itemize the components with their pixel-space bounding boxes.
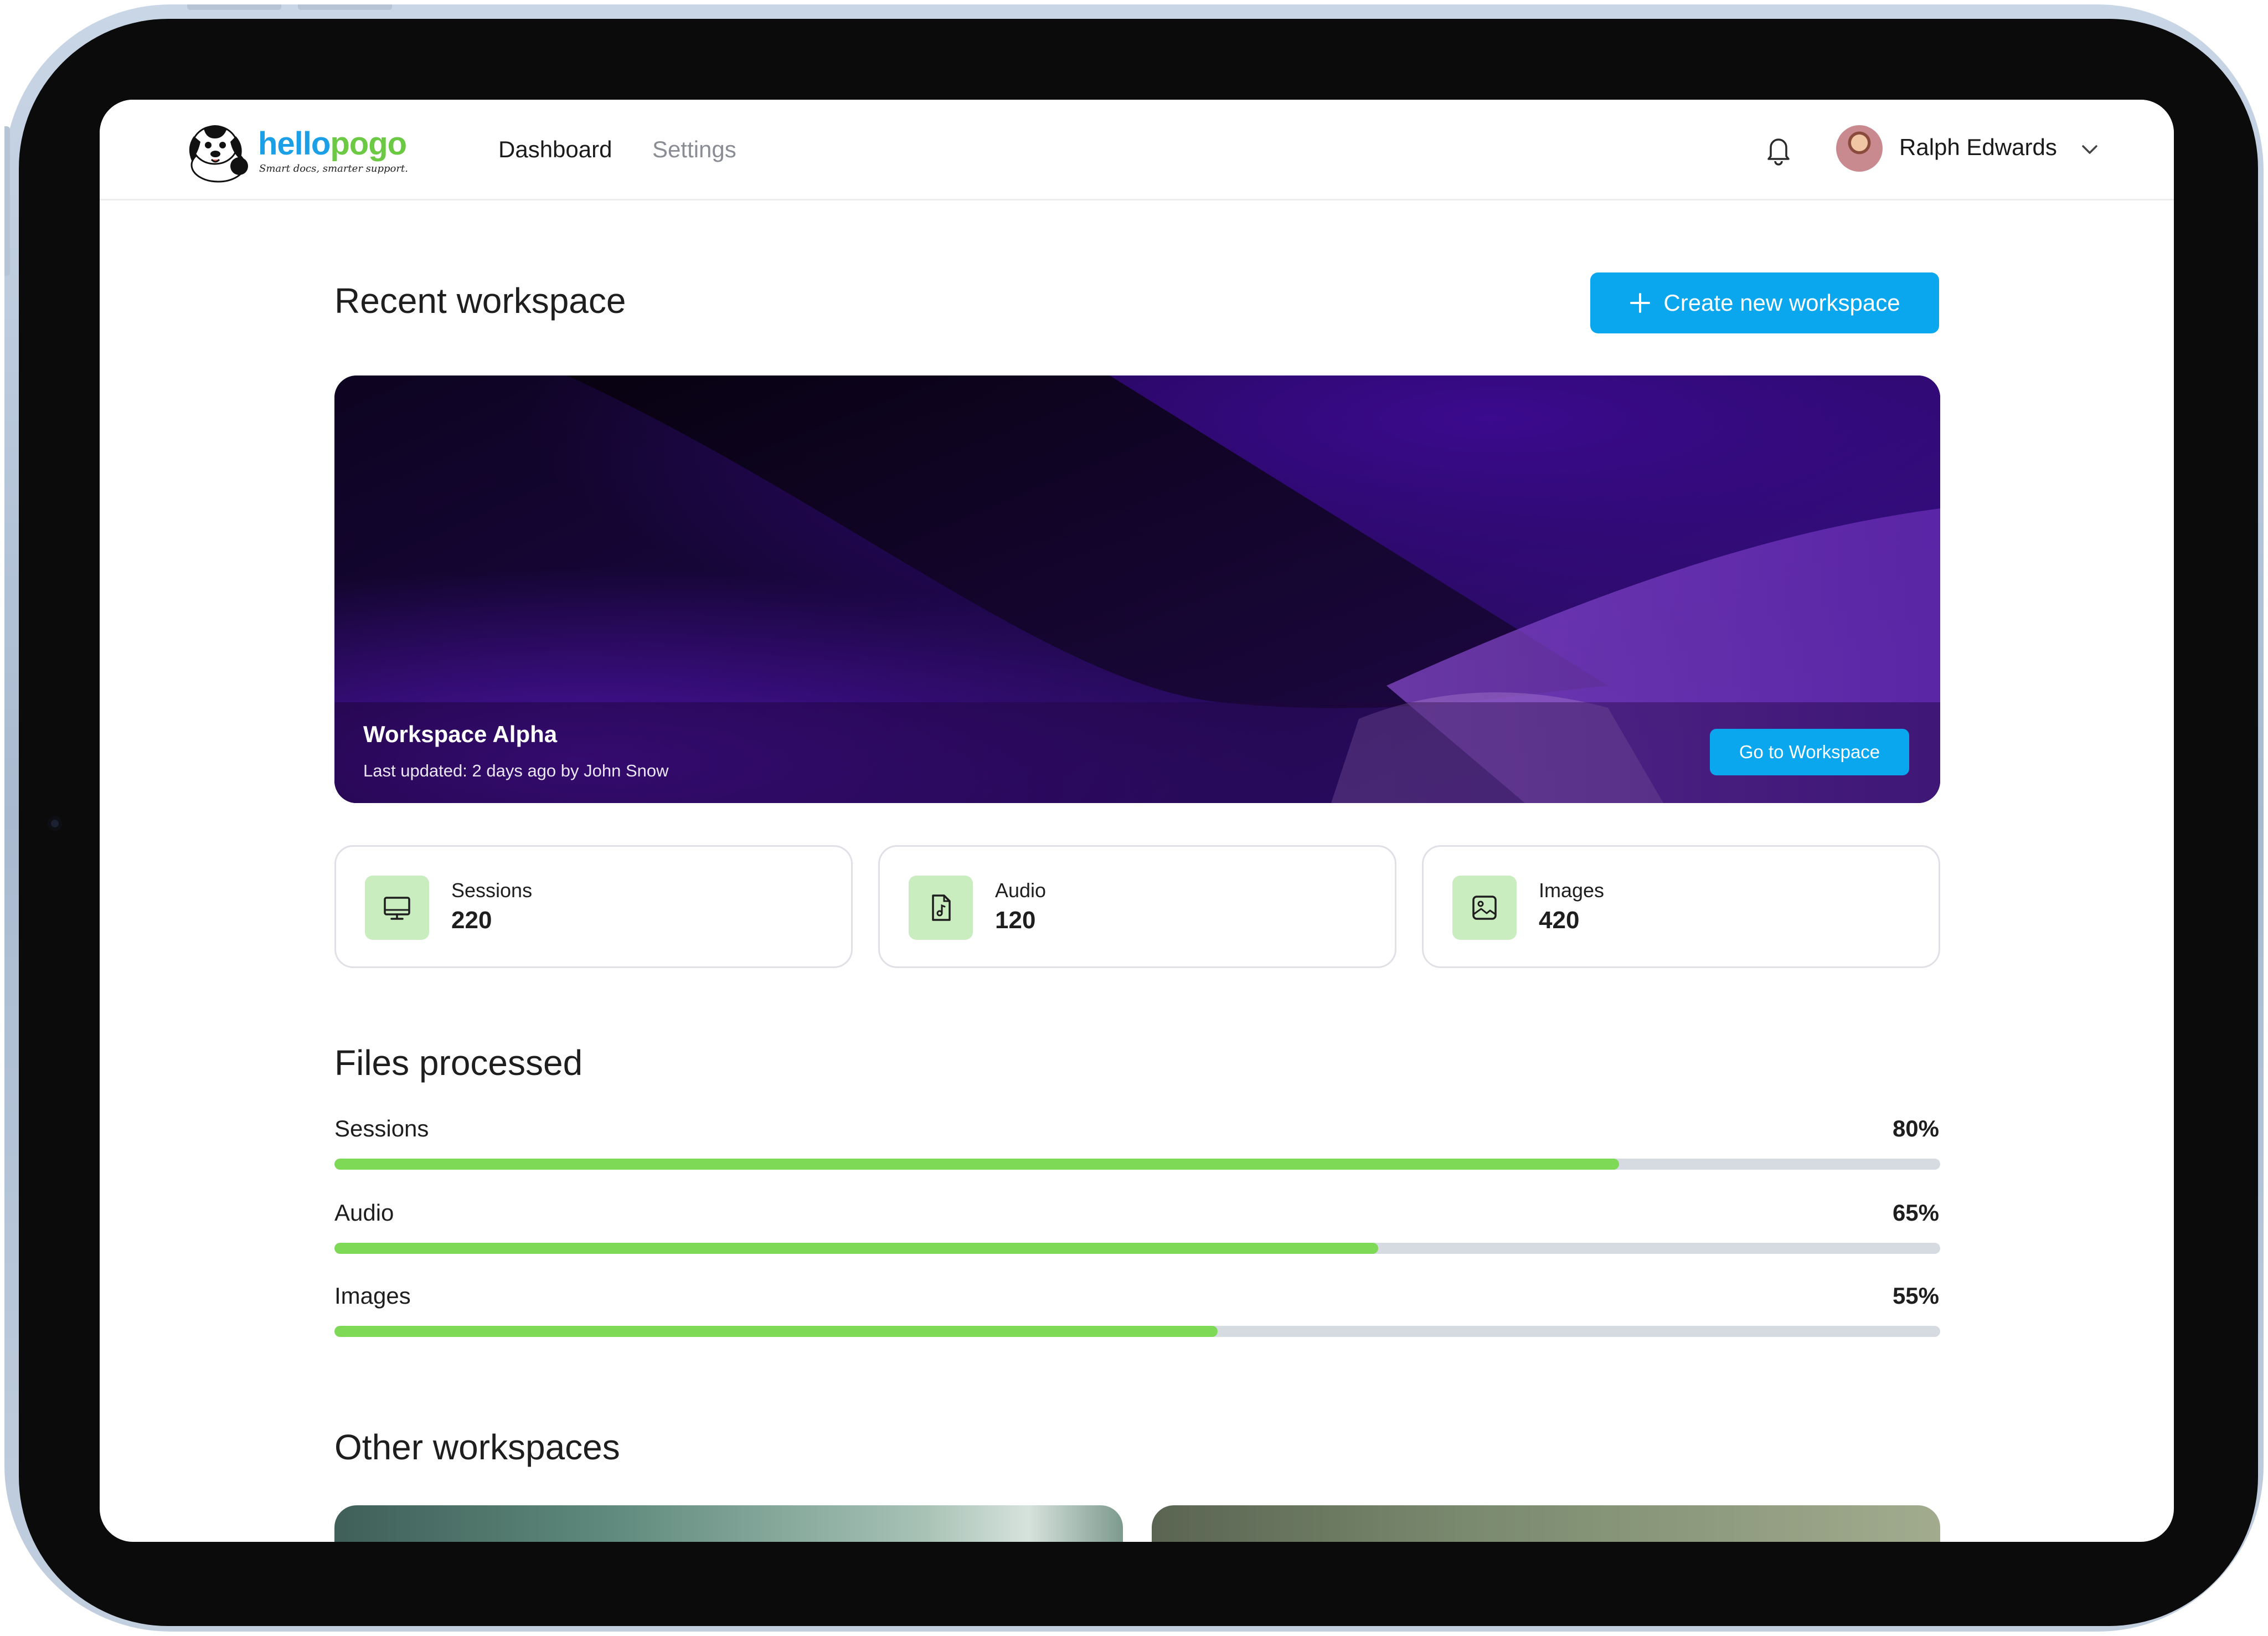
bell-icon[interactable] bbox=[1761, 132, 1796, 167]
user-name[interactable]: Ralph Edwards bbox=[1899, 134, 2057, 161]
workspace-subtitle: Last updated: 2 days ago by John Snow bbox=[363, 761, 669, 780]
progress-bar-images bbox=[334, 1326, 1940, 1337]
top-button bbox=[298, 4, 392, 10]
monitor-icon bbox=[384, 897, 410, 920]
create-workspace-button[interactable]: Create new workspace bbox=[1590, 272, 1939, 333]
workspace-title: Workspace Alpha bbox=[363, 721, 558, 747]
progress-label-images: Images bbox=[334, 1283, 411, 1309]
create-workspace-label: Create new workspace bbox=[1663, 290, 1900, 316]
stat-label: Sessions bbox=[451, 879, 533, 902]
audio-file-icon bbox=[932, 894, 951, 921]
stat-label: Audio bbox=[995, 879, 1047, 902]
stat-label: Images bbox=[1539, 879, 1605, 902]
avatar[interactable] bbox=[1836, 125, 1883, 172]
stat-card-sessions[interactable]: Sessions 220 bbox=[334, 845, 853, 968]
nav-dashboard[interactable]: Dashboard bbox=[498, 136, 612, 163]
app-screen: hellopogo Smart docs, smarter support. D… bbox=[100, 100, 2174, 1542]
workspace-thumbnail[interactable] bbox=[1152, 1505, 1940, 1542]
progress-label-audio: Audio bbox=[334, 1200, 394, 1226]
progress-percent-images: 55% bbox=[1892, 1283, 1939, 1309]
nav-settings[interactable]: Settings bbox=[652, 136, 736, 163]
image-icon bbox=[1472, 896, 1497, 920]
chevron-down-icon[interactable] bbox=[2080, 142, 2100, 157]
recent-workspace-card[interactable] bbox=[334, 375, 1940, 803]
progress-bar-audio bbox=[334, 1243, 1940, 1254]
go-to-workspace-button[interactable]: Go to Workspace bbox=[1710, 729, 1909, 775]
progress-fill bbox=[334, 1326, 1218, 1337]
top-navigation: hellopogo Smart docs, smarter support. D… bbox=[100, 100, 2174, 200]
progress-percent-audio: 65% bbox=[1892, 1200, 1939, 1226]
stat-card-images[interactable]: Images 420 bbox=[1422, 845, 1940, 968]
stat-icon-bg bbox=[1452, 876, 1517, 940]
stat-icon-bg bbox=[365, 876, 429, 940]
hero-footer bbox=[334, 702, 1940, 803]
side-button bbox=[4, 126, 10, 276]
stat-value: 120 bbox=[995, 907, 1036, 934]
files-processed-title: Files processed bbox=[334, 1043, 583, 1083]
other-workspaces-title: Other workspaces bbox=[334, 1427, 620, 1467]
dog-logo-icon bbox=[189, 125, 248, 183]
logo-tagline: Smart docs, smarter support. bbox=[259, 163, 408, 174]
camera-icon bbox=[48, 816, 62, 831]
stat-value: 220 bbox=[451, 907, 492, 934]
logo-wordmark: hellopogo bbox=[258, 126, 407, 162]
stat-card-audio[interactable]: Audio 120 bbox=[878, 845, 1396, 968]
stat-value: 420 bbox=[1539, 907, 1580, 934]
top-button bbox=[187, 4, 281, 10]
stat-icon-bg bbox=[909, 876, 973, 940]
progress-percent-sessions: 80% bbox=[1892, 1115, 1939, 1141]
recent-workspace-title: Recent workspace bbox=[334, 281, 626, 321]
progress-bar-sessions bbox=[334, 1159, 1940, 1170]
logo[interactable]: hellopogo Smart docs, smarter support. bbox=[182, 119, 420, 185]
progress-fill bbox=[334, 1159, 1619, 1170]
progress-fill bbox=[334, 1243, 1378, 1254]
progress-label-sessions: Sessions bbox=[334, 1115, 429, 1141]
workspace-thumbnail[interactable] bbox=[334, 1505, 1123, 1542]
plus-icon bbox=[1630, 293, 1651, 313]
